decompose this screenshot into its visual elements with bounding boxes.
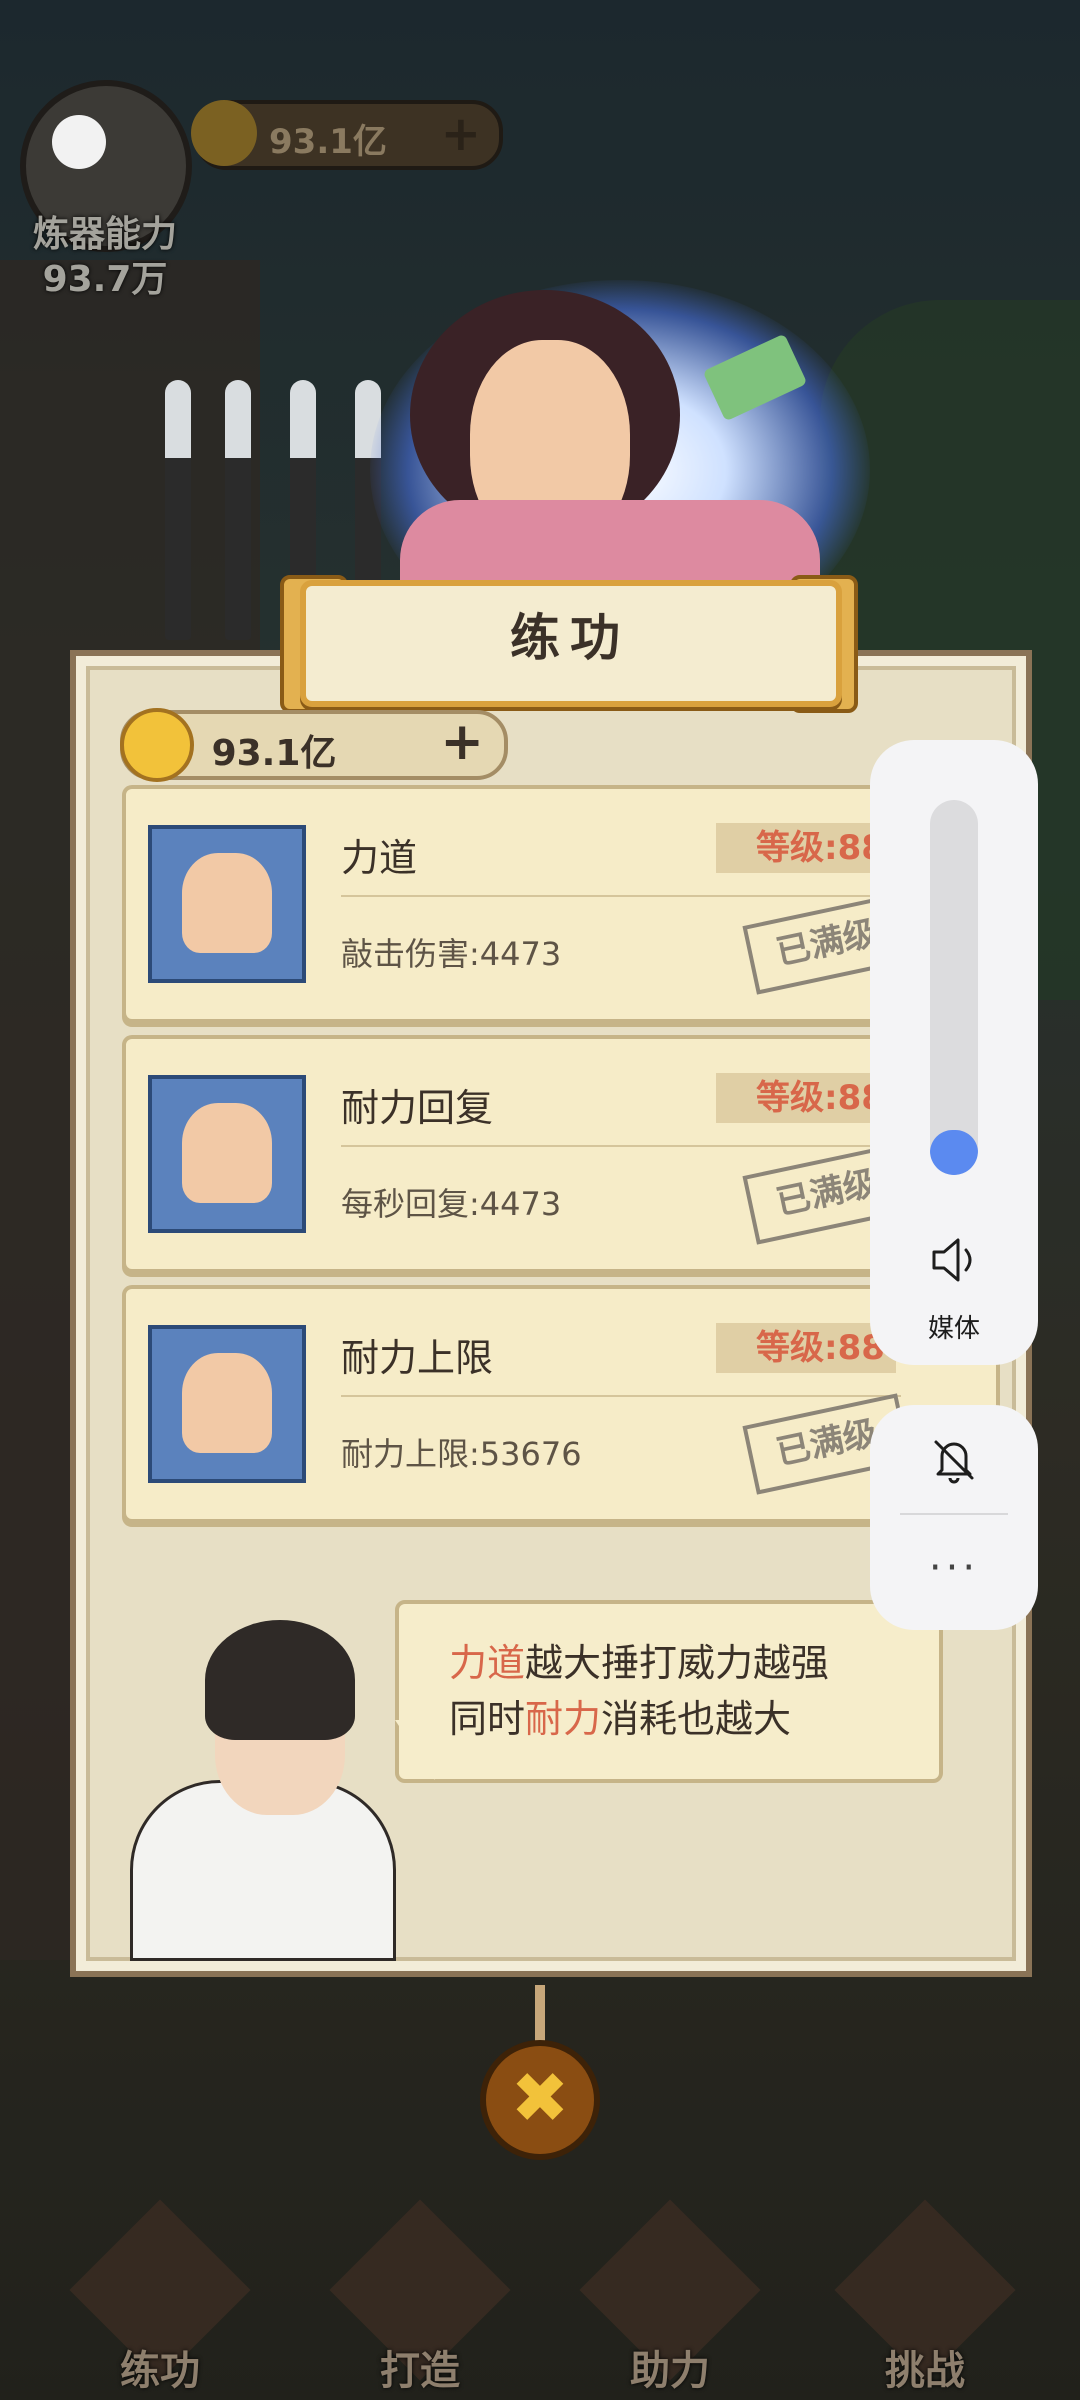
weapon-spear-1 <box>165 380 191 640</box>
nav-train[interactable]: 练功 <box>69 2199 251 2394</box>
nav-label: 助力 <box>630 2348 710 2394</box>
volume-slider[interactable] <box>930 800 978 1175</box>
nav-label: 练功 <box>120 2348 200 2394</box>
volume-label: 媒体 <box>927 1314 980 1344</box>
hint-line-2: 同时耐力消耗也越大 <box>449 1697 792 1741</box>
dialog-title: 练功 <box>510 609 630 667</box>
nav-forge[interactable]: 打造 <box>329 2199 511 2394</box>
divider <box>341 895 901 897</box>
divider <box>341 1145 901 1147</box>
hud-coin-value: 93.1亿 <box>269 122 387 162</box>
floating-assist-dot[interactable] <box>52 115 106 169</box>
divider <box>900 1513 1008 1515</box>
hint-line-1: 力道越大捶打威力越强 <box>449 1641 830 1685</box>
skill-level: 等级:88 <box>716 823 896 873</box>
more-options-icon[interactable]: ··· <box>870 1545 1038 1591</box>
nav-helper[interactable]: 助力 <box>579 2199 761 2394</box>
nav-challenge[interactable]: 挑战 <box>834 2199 1016 2394</box>
bell-muted-icon[interactable] <box>924 1430 984 1490</box>
skill-stat: 敲击伤害:4473 <box>341 935 562 973</box>
skill-level: 等级:88 <box>716 1073 896 1123</box>
hud-coin-bar[interactable]: 93.1亿 + <box>191 100 503 170</box>
skill-card-stamina-max[interactable]: 耐力上限 耐力上限:53676 等级:88 已满级 <box>122 1285 1000 1523</box>
dialog-coin-bar[interactable]: 93.1亿 + <box>120 708 508 782</box>
power-value: 93.7万 <box>42 259 168 300</box>
speech-bubble-tail <box>395 1720 435 1780</box>
coin-icon <box>191 100 257 166</box>
add-coins-icon[interactable]: + <box>440 712 484 772</box>
skill-name: 耐力上限 <box>341 1336 494 1380</box>
hint-speech-bubble: 力道越大捶打威力越强 同时耐力消耗也越大 <box>395 1600 943 1783</box>
arm-up-arrow-icon <box>148 1325 306 1483</box>
divider <box>341 1395 901 1397</box>
skill-stat: 耐力上限:53676 <box>341 1435 582 1473</box>
close-icon: ✖ <box>510 2057 570 2139</box>
volume-panel: 媒体 <box>870 740 1038 1365</box>
flex-arm-icon <box>148 1075 306 1233</box>
skill-card-strength[interactable]: 力道 敲击伤害:4473 等级:88 已满级 <box>122 785 1000 1023</box>
close-button[interactable]: ✖ <box>480 2040 600 2160</box>
skill-name: 力道 <box>341 836 418 880</box>
mentor-character-hair <box>205 1620 355 1740</box>
speaker-icon[interactable] <box>924 1230 984 1290</box>
dialog-coin-value: 93.1亿 <box>211 733 337 774</box>
add-coins-icon[interactable]: + <box>441 106 481 162</box>
nav-label: 挑战 <box>885 2348 965 2394</box>
skill-name: 耐力回复 <box>341 1086 494 1130</box>
skill-card-stamina-regen[interactable]: 耐力回复 每秒回复:4473 等级:88 已满级 <box>122 1035 1000 1273</box>
weapon-spear-2 <box>225 380 251 640</box>
skill-level: 等级:88 <box>716 1323 896 1373</box>
skill-stat: 每秒回复:4473 <box>341 1185 562 1223</box>
close-rope <box>535 1985 545 2045</box>
volume-slider-fill <box>930 1130 978 1175</box>
hammer-icon <box>148 825 306 983</box>
volume-options-panel: ··· <box>870 1405 1038 1630</box>
nav-label: 打造 <box>380 2348 460 2394</box>
